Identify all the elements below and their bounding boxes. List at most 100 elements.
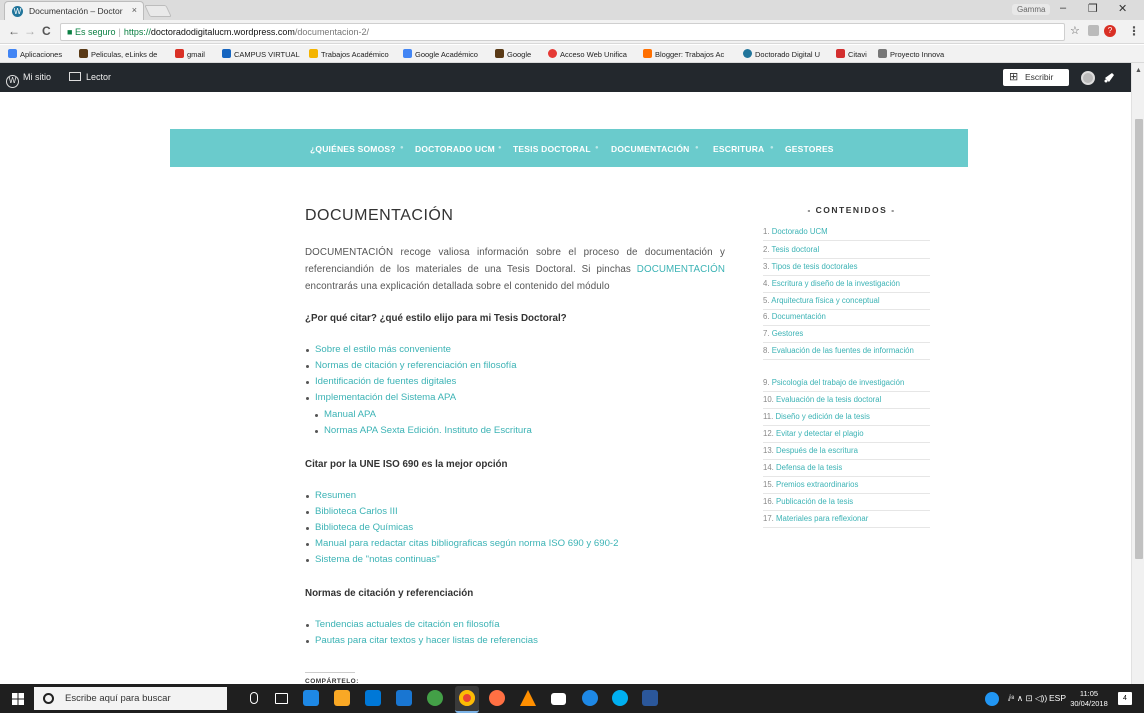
chrome-icon[interactable] (459, 690, 475, 706)
nav-gestores[interactable]: GESTORES (785, 144, 834, 154)
task-view-icon[interactable] (275, 693, 288, 704)
sidebar-item[interactable]: 15. Premios extraordinarios (763, 480, 930, 494)
back-icon[interactable]: ← (8, 24, 20, 38)
sidebar-item[interactable]: 7. Gestores (763, 329, 930, 343)
list-item-link[interactable]: Identificación de fuentes digitales (305, 376, 456, 387)
list-item-link[interactable]: Pautas para citar textos y hacer listas … (306, 635, 538, 646)
list-item-link[interactable]: Sistema de "notas continuas" (306, 554, 440, 565)
clock[interactable]: 11:05 30/04/2018 (1067, 689, 1111, 709)
vlc-icon[interactable] (520, 690, 536, 706)
firefox-icon[interactable] (489, 690, 505, 706)
sidebar-item-label: Evaluación de las fuentes de información (771, 346, 914, 355)
word-icon[interactable] (642, 690, 658, 706)
list-item-link[interactable]: Sobre el estilo más conveniente (306, 344, 451, 355)
list-item-link[interactable]: Manual APA (314, 409, 376, 420)
bookmark-item[interactable]: Peliculas, eLinks de (79, 49, 157, 59)
list-item-link[interactable]: Biblioteca de Químicas (305, 522, 413, 533)
mail-icon[interactable] (551, 693, 566, 705)
sidebar-item[interactable]: 13. Después de la escritura (763, 446, 930, 460)
sidebar-item[interactable]: 14. Defensa de la tesis (763, 463, 930, 477)
bookmark-item[interactable]: Google (495, 49, 531, 59)
profile-badge[interactable]: Gamma (1012, 4, 1051, 15)
notifications-icon[interactable] (1103, 71, 1116, 84)
nav-doctorado-ucm[interactable]: DOCTORADO UCM (415, 144, 495, 154)
lock-icon: ■ (67, 27, 73, 37)
my-site-link[interactable]: W Mi sitio (6, 72, 51, 88)
scroll-up-icon[interactable]: ▲ (1135, 67, 1142, 74)
bookmark-star-icon[interactable]: ☆ (1070, 24, 1080, 37)
extension-icon[interactable] (1088, 25, 1099, 36)
address-bar[interactable]: ■ Es seguro | https://doctoradodigitalucm.… (60, 23, 1065, 41)
sidebar-item[interactable]: 4. Escritura y diseño de la investigació… (763, 279, 930, 293)
sidebar-item[interactable]: 8. Evaluación de las fuentes de informac… (763, 346, 930, 360)
internet-explorer-icon[interactable] (582, 690, 598, 706)
sidebar-item[interactable]: 10. Evaluación de la tesis doctoral (763, 395, 930, 409)
list-item-link[interactable]: Tendencias actuales de citación en filos… (306, 619, 500, 630)
wordpress-admin-bar: W Mi sitio Lector ⊞ Escribir (0, 63, 1144, 92)
file-explorer-icon[interactable] (334, 690, 350, 706)
sidebar-item[interactable]: 11. Diseño y edición de la tesis (763, 412, 930, 426)
bookmark-item[interactable]: gmail (175, 49, 205, 59)
forward-icon[interactable]: → (24, 24, 36, 38)
bookmark-item[interactable]: Doctorado Digital U (743, 49, 820, 59)
tab-close-icon[interactable]: × (132, 5, 137, 15)
bookmark-item[interactable]: Acceso Web Unifica (548, 49, 627, 59)
skype-icon[interactable] (612, 690, 628, 706)
language-indicator[interactable]: ESP (1049, 693, 1066, 703)
avatar[interactable] (1081, 71, 1095, 85)
extension-alert-icon[interactable]: ? (1104, 25, 1116, 37)
sidebar-item[interactable]: 6. Documentación (763, 312, 930, 326)
scrollbar-thumb[interactable] (1135, 119, 1143, 559)
tab-title: Documentación – Doctor (29, 6, 123, 16)
sidebar-item[interactable]: 9. Psicología del trabajo de investigaci… (763, 378, 930, 392)
browser-tab[interactable]: W Documentación – Doctor × (4, 1, 144, 20)
chrome-menu-icon[interactable]: ⋮ (1128, 24, 1140, 38)
bookmark-item[interactable]: Citavi (836, 49, 867, 59)
sidebar-item[interactable]: 16. Publicación de la tesis (763, 497, 930, 511)
nav-documentacion[interactable]: DOCUMENTACIÓN (611, 144, 689, 154)
minimize-icon[interactable]: – (1060, 2, 1066, 14)
write-button[interactable]: ⊞ Escribir (1003, 69, 1069, 86)
sidebar-item[interactable]: 17. Materiales para reflexionar (763, 514, 930, 528)
sidebar-item-number: 12. (763, 429, 774, 438)
edge-icon[interactable] (303, 690, 319, 706)
bookmark-item[interactable]: Proyecto Innova (878, 49, 944, 59)
close-window-icon[interactable]: ✕ (1118, 2, 1127, 15)
bookmark-item[interactable]: Trabajos Académico (309, 49, 389, 59)
notification-center-icon[interactable]: 4 (1118, 692, 1132, 705)
nav-quienes-somos[interactable]: ¿QUIÉNES SOMOS? (310, 144, 396, 154)
list-item-link[interactable]: Normas APA Sexta Edición. Instituto de E… (315, 425, 532, 436)
app-icon[interactable] (427, 690, 443, 706)
bookmark-item[interactable]: Aplicaciones (8, 49, 62, 59)
list-item-link[interactable]: Implementación del Sistema APA (305, 392, 456, 403)
media-player-icon[interactable] (396, 690, 412, 706)
list-item-link[interactable]: Normas de citación y referenciación en f… (306, 360, 517, 371)
store-icon[interactable] (365, 690, 381, 706)
help-tray-icon[interactable] (985, 692, 999, 706)
bookmark-item[interactable]: Google Académico (403, 49, 478, 59)
list-item-link[interactable]: Manual para redactar citas bibliografica… (305, 538, 618, 549)
tray-icons[interactable]: ⅈ⁸ ∧ ⊡ ◁)) (1008, 693, 1047, 704)
sidebar-item[interactable]: 5. Arquitectura física y conceptual (763, 296, 930, 310)
windows-start-icon[interactable] (12, 693, 24, 705)
maximize-icon[interactable]: ❐ (1088, 2, 1098, 15)
bookmark-item[interactable]: CAMPUS VIRTUAL (222, 49, 300, 59)
nav-escritura[interactable]: ESCRITURA (713, 144, 764, 154)
new-tab-button[interactable] (144, 5, 172, 17)
sidebar-item[interactable]: 2. Tesis doctoral (763, 245, 930, 259)
sidebar-item-number: 5. (763, 296, 770, 305)
reader-link[interactable]: Lector (69, 72, 111, 82)
page-scrollbar[interactable]: ▲ (1131, 63, 1144, 684)
nav-tesis-doctoral[interactable]: TESIS DOCTORAL (513, 144, 591, 154)
microphone-icon[interactable] (250, 692, 258, 704)
documentacion-link[interactable]: DOCUMENTACIÓN (637, 264, 725, 275)
sidebar-item[interactable]: 12. Evitar y detectar el plagio (763, 429, 930, 443)
bookmark-item[interactable]: Blogger: Trabajos Ac (643, 49, 724, 59)
sidebar-item-label: Escritura y diseño de la investigación (771, 279, 900, 288)
list-item-link[interactable]: Biblioteca Carlos III (306, 506, 398, 517)
list-item-link[interactable]: Resumen (305, 490, 356, 501)
sidebar-item[interactable]: 3. Tipos de tesis doctorales (763, 262, 930, 276)
reload-icon[interactable]: C (42, 24, 51, 38)
sidebar-item[interactable]: 1. Doctorado UCM (763, 227, 930, 241)
taskbar-search-input[interactable]: Escribe aquí para buscar (34, 687, 227, 710)
